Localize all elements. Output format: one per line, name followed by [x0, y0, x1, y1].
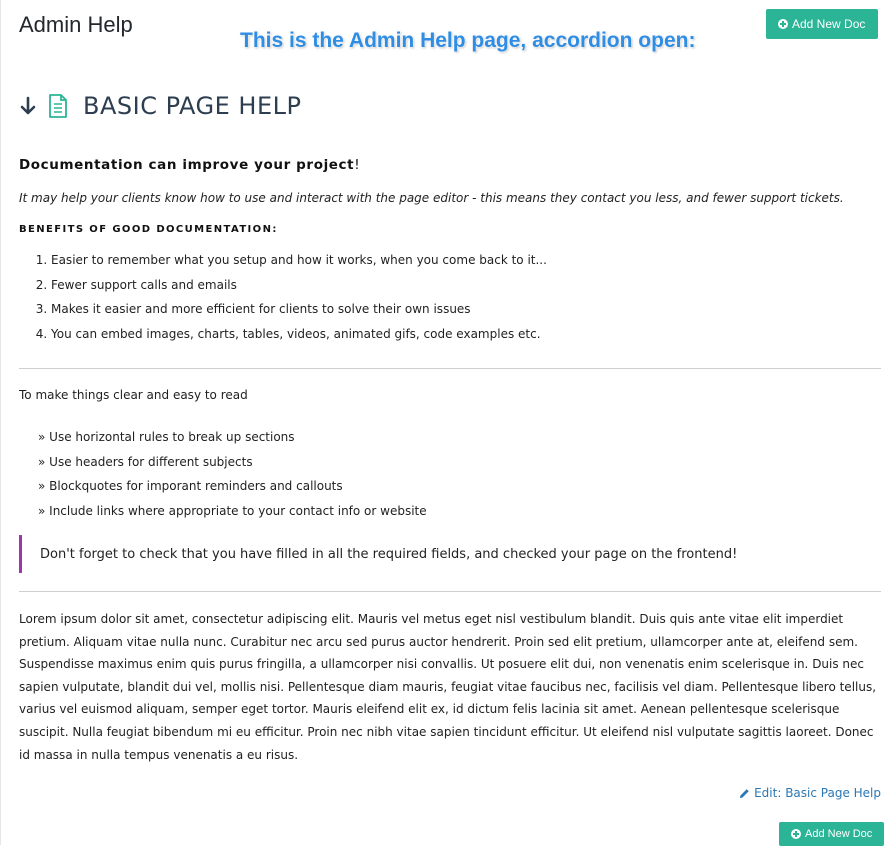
tips-list: » Use horizontal rules to break up secti…: [38, 425, 427, 523]
accordion-title: BASIC PAGE HELP: [83, 92, 302, 120]
frame-border: [0, 0, 1, 845]
horizontal-rule: [19, 591, 881, 592]
clear-text: To make things clear and easy to read: [19, 388, 248, 402]
pencil-icon: [740, 788, 749, 798]
list-item: » Use horizontal rules to break up secti…: [38, 430, 295, 444]
horizontal-rule: [19, 368, 881, 369]
doc-heading-text: Documentation can improve your project: [19, 157, 355, 173]
doc-content: Documentation can improve your project! …: [19, 150, 881, 346]
list-item: Makes it easier and more efficient for c…: [51, 297, 881, 322]
callout-text: Don't forget to check that you have fill…: [40, 546, 738, 562]
arrow-down-icon: [20, 96, 36, 115]
add-new-doc-button[interactable]: Add New Doc: [766, 9, 879, 39]
callout-blockquote: Don't forget to check that you have fill…: [19, 535, 882, 573]
list-item: Easier to remember what you setup and ho…: [51, 248, 881, 273]
edit-doc-label: Edit: Basic Page Help: [754, 786, 881, 800]
accordion-header[interactable]: BASIC PAGE HELP: [19, 92, 301, 120]
list-item: » Include links where appropriate to you…: [38, 503, 427, 518]
page-title: Admin Help: [19, 12, 133, 37]
benefits-list: Easier to remember what you setup and ho…: [19, 248, 881, 346]
list-item: » Blockquotes for imporant reminders and…: [38, 479, 343, 493]
doc-heading-suffix: !: [354, 157, 361, 173]
list-item: Fewer support calls and emails: [51, 273, 881, 298]
plus-circle-icon: [791, 829, 801, 839]
doc-heading: Documentation can improve your project!: [19, 157, 881, 173]
doc-intro: It may help your clients know how to use…: [19, 191, 844, 205]
document-icon: [49, 94, 67, 118]
list-item: You can embed images, charts, tables, vi…: [51, 322, 881, 347]
annotation-banner: This is the Admin Help page, accordion o…: [240, 29, 696, 52]
add-new-doc-button[interactable]: Add New Doc: [779, 822, 885, 846]
edit-doc-link[interactable]: Edit: Basic Page Help: [739, 786, 881, 800]
add-new-doc-label: Add New Doc: [805, 828, 873, 840]
add-new-doc-label: Add New Doc: [792, 17, 866, 31]
benefits-heading: BENEFITS OF GOOD DOCUMENTATION:: [19, 224, 278, 235]
lorem-paragraph: Lorem ipsum dolor sit amet, consectetur …: [19, 612, 877, 762]
list-item: » Use headers for different subjects: [38, 454, 253, 469]
plus-circle-icon: [778, 19, 788, 29]
